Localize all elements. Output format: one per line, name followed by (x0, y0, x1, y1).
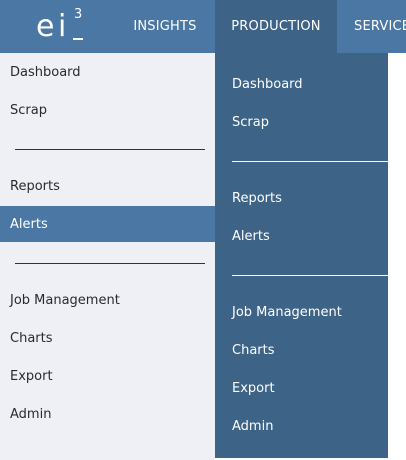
sidebar-divider (15, 263, 205, 264)
logo-letter-i: i (58, 9, 67, 44)
dropdown-divider (232, 161, 388, 162)
sidebar-item-scrap[interactable]: Scrap (0, 92, 215, 128)
nav-tab-production[interactable]: PRODUCTION (215, 0, 337, 53)
dropdown-item-reports[interactable]: Reports (215, 180, 388, 216)
sidebar-item-admin[interactable]: Admin (0, 396, 215, 432)
logo-superscript: 3 (74, 7, 83, 22)
nav-tab-insights[interactable]: INSIGHTS (116, 0, 214, 53)
sidebar-item-charts[interactable]: Charts (0, 320, 215, 356)
dropdown-item-charts[interactable]: Charts (215, 332, 388, 368)
sidebar-item-job-management[interactable]: Job Management (0, 282, 215, 318)
sidebar-divider (15, 149, 205, 150)
sidebar-item-reports[interactable]: Reports (0, 168, 215, 204)
dropdown-item-alerts[interactable]: Alerts (215, 218, 388, 254)
top-bar: e i 3 INSIGHTS PRODUCTION SERVICE (0, 0, 406, 53)
dropdown-item-dashboard[interactable]: Dashboard (215, 66, 388, 102)
ei3-logo[interactable]: e i 3 (34, 8, 90, 48)
dropdown-item-export[interactable]: Export (215, 370, 388, 406)
dropdown-item-scrap[interactable]: Scrap (215, 104, 388, 140)
dropdown-divider (232, 275, 388, 276)
main-content-area (388, 53, 406, 460)
sidebar-item-dashboard[interactable]: Dashboard (0, 54, 215, 90)
dropdown-item-admin[interactable]: Admin (215, 408, 388, 444)
sidebar-item-alerts[interactable]: Alerts (0, 206, 215, 242)
dropdown-item-job-management[interactable]: Job Management (215, 294, 388, 330)
logo-underscore-mark (73, 38, 83, 40)
production-dropdown-menu: Dashboard Scrap Reports Alerts Job Manag… (215, 53, 388, 458)
nav-tab-service[interactable]: SERVICE (338, 0, 406, 53)
sidebar: Dashboard Scrap Reports Alerts Job Manag… (0, 53, 215, 460)
sidebar-item-export[interactable]: Export (0, 358, 215, 394)
logo-letter-e: e (36, 9, 55, 44)
